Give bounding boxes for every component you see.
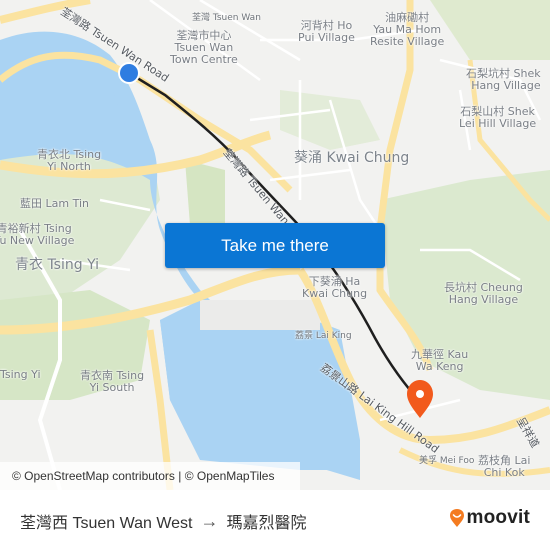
place-label-tsing-yi-south: 青衣南 Tsing Yi South bbox=[80, 370, 144, 394]
place-label-cheung-hang: 長坑村 Cheung Hang Village bbox=[444, 282, 523, 306]
moovit-wordmark: moovit bbox=[466, 507, 530, 528]
label-line: Yu New Village bbox=[0, 234, 75, 247]
place-label-tsing-yi-west: Tsing Yi bbox=[0, 368, 41, 381]
origin-name: 荃灣西 Tsuen Wan West bbox=[20, 515, 193, 532]
place-label-tsing-yi-north: 青衣北 Tsing Yi North bbox=[37, 149, 101, 173]
map-attribution[interactable]: © OpenStreetMap contributors | © OpenMap… bbox=[0, 462, 300, 490]
map[interactable]: 荃灣 Tsuen Wan 荃灣市中心 Tsuen Wan Town Centre… bbox=[0, 0, 550, 490]
park-area bbox=[185, 160, 225, 230]
place-label-tsuen-wan: 荃灣 Tsuen Wan bbox=[192, 13, 261, 23]
label-line: Hang Village bbox=[471, 79, 541, 92]
place-label-lai-chi-kok: 荔枝角 Lai Chi Kok bbox=[478, 455, 530, 479]
place-label-shek-hang: 石梨坑村 Shek Hang Village bbox=[466, 68, 541, 92]
place-label-yau-ma-hom: 油麻磡村 Yau Ma Hom Resite Village bbox=[370, 12, 444, 48]
place-label-lai-king: 荔景 Lai King bbox=[295, 331, 352, 341]
label-line: Town Centre bbox=[170, 53, 238, 66]
take-me-there-button[interactable]: Take me there bbox=[165, 223, 385, 268]
footer: 荃灣西 Tsuen Wan West → 瑪嘉烈醫院 moovit bbox=[0, 490, 550, 550]
place-label-tsuen-wan-centre: 荃灣市中心 Tsuen Wan Town Centre bbox=[170, 30, 238, 66]
place-label-shek-lei: 石梨山村 Shek Lei Hill Village bbox=[459, 106, 536, 130]
label-line: Chi Kok bbox=[483, 466, 525, 479]
arrow-right-icon: → bbox=[200, 510, 219, 531]
label-line: Kwai Chung bbox=[302, 287, 368, 300]
label-line: Hang Village bbox=[448, 293, 519, 306]
place-label-kau-wa-keng: 九華徑 Kau Wa Keng bbox=[411, 349, 468, 373]
park-area bbox=[430, 0, 550, 60]
label-line: Yi South bbox=[89, 381, 135, 394]
label-line: Pui Village bbox=[298, 31, 355, 44]
label-line: Yi North bbox=[47, 160, 91, 173]
label-line: Resite Village bbox=[370, 35, 445, 48]
place-label-tsing-yu: 青裕新村 Tsing Yu New Village bbox=[0, 223, 74, 247]
route-title: 荃灣西 Tsuen Wan West → 瑪嘉烈醫院 bbox=[20, 509, 307, 533]
destination-name: 瑪嘉烈醫院 bbox=[226, 515, 307, 532]
place-label-ho-pui: 河背村 Ho Pui Village bbox=[298, 20, 355, 44]
moovit-logo[interactable]: moovit bbox=[449, 507, 530, 529]
moovit-pin-icon bbox=[449, 509, 464, 527]
label-line: Lei Hill Village bbox=[459, 117, 537, 130]
place-label-mei-foo: 美孚 Mei Foo bbox=[419, 456, 475, 466]
label-line: Wa Keng bbox=[415, 360, 464, 373]
place-label-ha-kwai-chung: 下葵涌 Ha Kwai Chung bbox=[302, 276, 367, 300]
place-label-lam-tin: 藍田 Lam Tin bbox=[20, 197, 89, 210]
park-area bbox=[280, 90, 380, 150]
container-terminal bbox=[200, 300, 320, 330]
place-label-kwai-chung: 葵涌 Kwai Chung bbox=[294, 150, 410, 166]
place-label-tsing-yi: 青衣 Tsing Yi bbox=[15, 257, 100, 273]
